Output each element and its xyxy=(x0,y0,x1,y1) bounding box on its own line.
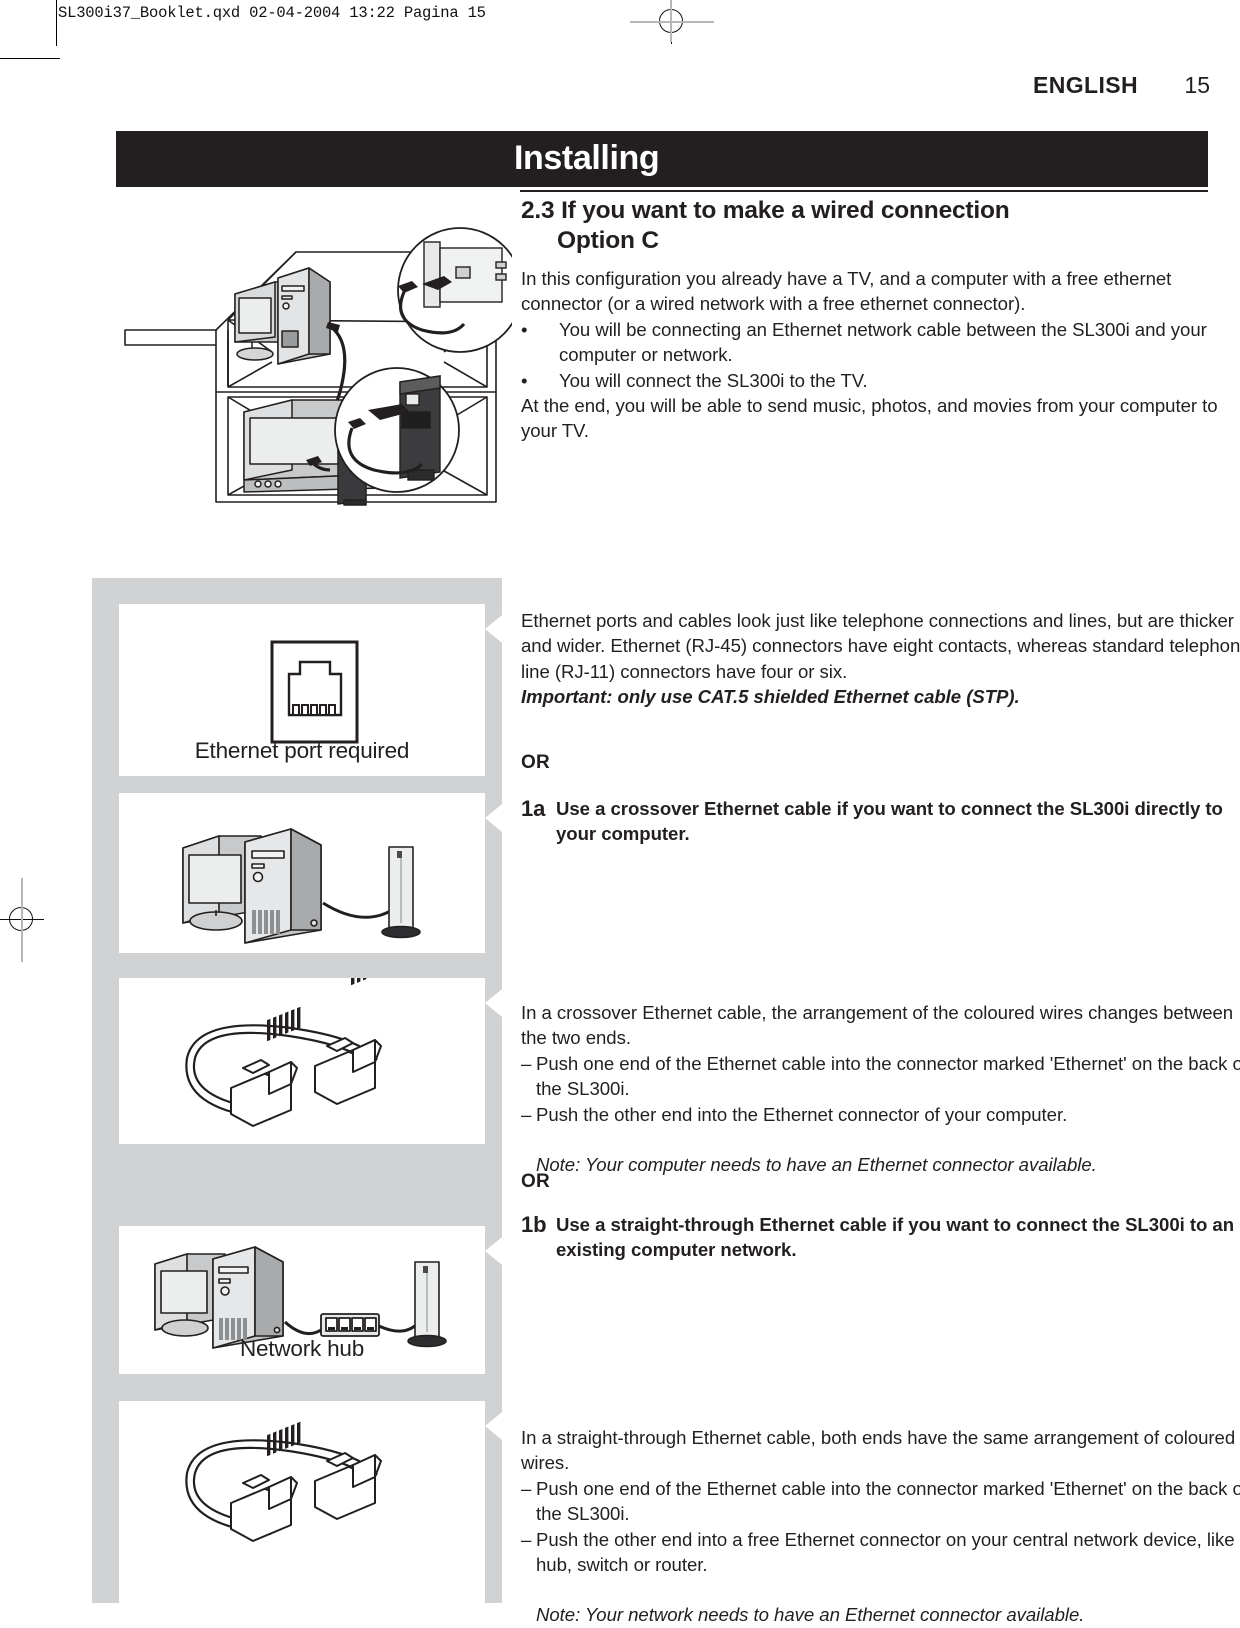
chapter-title: Installing xyxy=(514,139,660,177)
page-number: 15 xyxy=(1184,72,1210,98)
section-heading-line1: 2.3 If you want to make a wired connecti… xyxy=(521,197,1010,224)
intro-bullet-2: • You will connect the SL300i to the TV. xyxy=(521,368,1240,393)
step-1a-number: 1a xyxy=(521,796,546,821)
step-1b-text: Use a straight-through Ethernet cable if… xyxy=(556,1214,1235,1261)
crossover-paragraph: In a crossover Ethernet cable, the arran… xyxy=(521,1002,1234,1049)
registration-guide-left-vertical xyxy=(21,878,23,962)
crossover-dash-1-text: Push one end of the Ethernet cable into … xyxy=(536,1052,1240,1100)
crossover-cable-illustration-box xyxy=(119,950,485,1144)
step-1b-number: 1b xyxy=(521,1212,547,1237)
house-cutaway-illustration xyxy=(92,212,523,512)
running-head-language: ENGLISH xyxy=(1032,72,1138,98)
straight-paragraph: In a straight-through Ethernet cable, bo… xyxy=(521,1427,1236,1474)
ethernet-important-note: Important: only use CAT.5 shielded Ether… xyxy=(521,686,1020,708)
straight-through-cable-icon xyxy=(119,1365,485,1603)
section-rule xyxy=(520,190,1208,193)
computer-and-sl300i-icon xyxy=(119,793,485,953)
bullet-glyph-icon: • xyxy=(521,318,528,340)
running-head: ENGLISH 15 xyxy=(1033,72,1210,99)
straight-dash-1: – Push one end of the Ethernet cable int… xyxy=(521,1476,1240,1527)
ethernet-info-block: Ethernet ports and cables look just like… xyxy=(521,608,1240,710)
crop-mark-left-horizontal xyxy=(0,58,60,59)
crossover-cable-icon xyxy=(119,950,485,1144)
computer-direct-illustration-box xyxy=(119,793,485,953)
straight-dash-2-text: Push the other end into a free Ethernet … xyxy=(536,1528,1240,1576)
step-1b: 1b Use a straight-through Ethernet cable… xyxy=(521,1212,1240,1263)
registration-guide-top-horizontal xyxy=(630,21,714,23)
intro-bullet-2-text: You will connect the SL300i to the TV. xyxy=(559,369,868,391)
step-1a: 1a Use a crossover Ethernet cable if you… xyxy=(521,796,1240,847)
network-hub-illustration-box: Network hub xyxy=(119,1226,485,1374)
intro-bullet-1-text: You will be connecting an Ethernet netwo… xyxy=(559,318,1207,366)
crossover-dash-2-text: Push the other end into the Ethernet con… xyxy=(536,1103,1068,1125)
or-label-1: OR xyxy=(521,752,550,773)
straight-note: Note: Your network needs to have an Ethe… xyxy=(536,1604,1085,1626)
step-1a-text: Use a crossover Ethernet cable if you wa… xyxy=(556,798,1223,845)
crossover-note: Note: Your computer needs to have an Eth… xyxy=(536,1154,1097,1176)
section-heading: 2.3 If you want to make a wired connecti… xyxy=(521,196,1221,257)
straight-dash-1-text: Push one end of the Ethernet cable into … xyxy=(536,1477,1240,1525)
bullet-glyph-icon: • xyxy=(521,369,528,391)
dash-glyph-icon: – xyxy=(521,1103,532,1125)
intro-closing: At the end, you will be able to send mus… xyxy=(521,395,1218,442)
straight-through-cable-illustration-box xyxy=(119,1365,485,1603)
crossover-dash-2: – Push the other end into the Ethernet c… xyxy=(521,1102,1240,1127)
crossover-details-block: In a crossover Ethernet cable, the arran… xyxy=(521,1000,1240,1177)
crossover-dash-1: – Push one end of the Ethernet cable int… xyxy=(521,1051,1240,1102)
straight-details-block: In a straight-through Ethernet cable, bo… xyxy=(521,1425,1240,1628)
prepress-file-stamp: SL300i37_Booklet.qxd 02-04-2004 13:22 Pa… xyxy=(58,4,486,22)
ethernet-port-caption: Ethernet port required xyxy=(194,738,410,763)
dash-glyph-icon: – xyxy=(521,1052,532,1074)
network-hub-caption: Network hub xyxy=(239,1336,365,1361)
ethernet-info-paragraph: Ethernet ports and cables look just like… xyxy=(521,610,1240,682)
straight-dash-2: – Push the other end into a free Etherne… xyxy=(521,1527,1240,1578)
intro-copy: In this configuration you already have a… xyxy=(521,266,1240,444)
intro-bullet-1: • You will be connecting an Ethernet net… xyxy=(521,317,1240,368)
ethernet-port-illustration-box: Ethernet port required xyxy=(119,604,485,776)
intro-paragraph: In this configuration you already have a… xyxy=(521,268,1172,315)
section-heading-option: Option C xyxy=(557,227,659,255)
crop-mark-left-vertical xyxy=(56,0,57,46)
dash-glyph-icon: – xyxy=(521,1528,532,1550)
or-label-2: OR xyxy=(521,1171,550,1192)
chapter-bar: Installing xyxy=(116,131,1208,187)
dash-glyph-icon: – xyxy=(521,1477,532,1499)
